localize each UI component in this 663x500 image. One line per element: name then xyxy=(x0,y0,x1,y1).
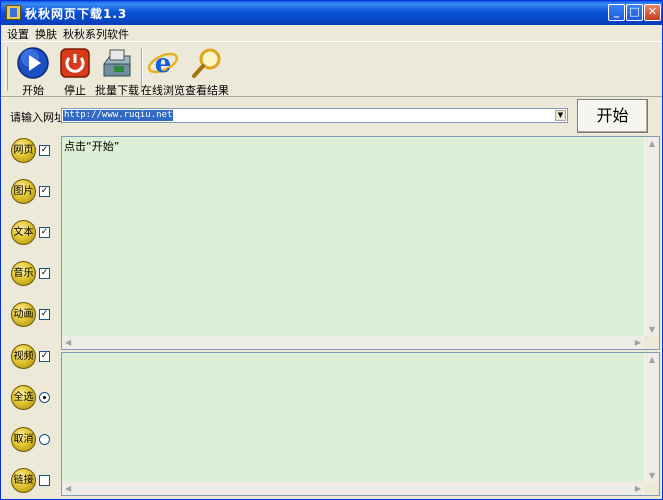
window-title: 秋秋网页下载1.3 xyxy=(25,7,128,21)
scroll-up-icon[interactable]: ▲ xyxy=(649,139,655,148)
menu-skin[interactable]: 换肤 xyxy=(35,26,57,42)
option-select-all-button[interactable]: 全选 xyxy=(11,385,36,410)
option-image: 图片 ✓ xyxy=(9,179,53,205)
toolbar-view-results-button[interactable]: 查看结果 xyxy=(185,46,229,97)
option-music-checkbox[interactable]: ✓ xyxy=(39,268,50,279)
toolbar-grip[interactable] xyxy=(5,47,8,91)
option-select-all-radio[interactable] xyxy=(39,392,50,403)
menu-series-software[interactable]: 秋秋系列软件 xyxy=(63,26,129,42)
option-image-button[interactable]: 图片 xyxy=(11,179,36,204)
url-input[interactable]: http://www.ruqiu.net xyxy=(63,110,174,121)
option-webpage-checkbox[interactable]: ✓ xyxy=(39,145,50,156)
ie-browser-icon: e xyxy=(147,49,179,79)
app-window: 秋秋网页下载1.3 _ □ ✕ 设置 换肤 秋秋系列软件 开始 停止 批量下载 … xyxy=(0,0,663,500)
log-text: 点击“开始” xyxy=(64,140,120,153)
stop-icon xyxy=(60,48,90,78)
scroll-down-icon[interactable]: ▼ xyxy=(649,471,655,480)
maximize-button[interactable]: □ xyxy=(626,4,643,21)
option-video-button[interactable]: 视频 xyxy=(11,344,36,369)
url-label: 请输入网址 xyxy=(10,111,65,124)
batch-download-icon xyxy=(103,49,131,77)
toolbar: 开始 停止 批量下载 e 在线浏览 查看结果 xyxy=(1,41,662,97)
svg-text:e: e xyxy=(155,49,172,79)
log-vertical-scrollbar[interactable]: ▲ ▼ xyxy=(644,137,659,336)
option-cancel-radio[interactable] xyxy=(39,434,50,445)
chevron-down-icon: ▼ xyxy=(557,111,564,119)
option-link: 链接 xyxy=(9,468,53,494)
option-music: 音乐 ✓ xyxy=(9,261,53,287)
scroll-corner xyxy=(644,482,659,495)
toolbar-start-label: 开始 xyxy=(22,84,44,97)
option-animation-checkbox[interactable]: ✓ xyxy=(39,309,50,320)
option-text: 文本 ✓ xyxy=(9,220,53,246)
minimize-button[interactable]: _ xyxy=(608,4,625,21)
app-icon xyxy=(6,5,21,20)
toolbar-batch-download-button[interactable]: 批量下载 xyxy=(95,46,139,97)
option-music-button[interactable]: 音乐 xyxy=(11,261,36,286)
scroll-left-icon[interactable]: ◀ xyxy=(65,484,71,493)
close-button[interactable]: ✕ xyxy=(644,4,661,21)
option-cancel-button[interactable]: 取消 xyxy=(11,427,36,452)
menu-settings[interactable]: 设置 xyxy=(7,26,29,42)
option-cancel: 取消 xyxy=(9,427,53,453)
toolbar-browse-online-button[interactable]: e 在线浏览 xyxy=(141,46,185,97)
option-animation-button[interactable]: 动画 xyxy=(11,302,36,327)
magnifier-icon xyxy=(192,48,221,78)
option-video-checkbox[interactable]: ✓ xyxy=(39,351,50,362)
option-webpage: 网页 ✓ xyxy=(9,138,53,164)
toolbar-batch-download-label: 批量下载 xyxy=(95,84,139,97)
option-webpage-button[interactable]: 网页 xyxy=(11,138,36,163)
option-link-checkbox[interactable] xyxy=(39,475,50,486)
option-text-checkbox[interactable]: ✓ xyxy=(39,227,50,238)
log-horizontal-scrollbar[interactable]: ◀ ▶ xyxy=(62,336,644,349)
log-pane[interactable]: 点击“开始” ▲ ▼ ◀ ▶ xyxy=(61,136,660,350)
toolbar-view-results-label: 查看结果 xyxy=(185,84,229,97)
url-dropdown-button[interactable]: ▼ xyxy=(555,110,566,121)
option-link-button[interactable]: 链接 xyxy=(11,468,36,493)
menu-bar: 设置 换肤 秋秋系列软件 xyxy=(1,25,662,41)
scroll-down-icon[interactable]: ▼ xyxy=(649,325,655,334)
result-horizontal-scrollbar[interactable]: ◀ ▶ xyxy=(62,482,644,495)
scroll-left-icon[interactable]: ◀ xyxy=(65,338,71,347)
toolbar-start-button[interactable]: 开始 xyxy=(11,46,55,97)
url-combobox[interactable]: http://www.ruqiu.net ▼ xyxy=(61,108,568,123)
scroll-right-icon[interactable]: ▶ xyxy=(635,484,641,493)
option-video: 视频 ✓ xyxy=(9,344,53,370)
scroll-up-icon[interactable]: ▲ xyxy=(649,355,655,364)
start-button[interactable]: 开始 xyxy=(577,99,648,133)
option-image-checkbox[interactable]: ✓ xyxy=(39,186,50,197)
toolbar-stop-label: 停止 xyxy=(64,84,86,97)
scroll-right-icon[interactable]: ▶ xyxy=(635,338,641,347)
option-animation: 动画 ✓ xyxy=(9,302,53,328)
scroll-corner xyxy=(644,336,659,349)
result-pane[interactable]: ▲ ▼ ◀ ▶ xyxy=(61,352,660,496)
toolbar-stop-button[interactable]: 停止 xyxy=(53,46,97,97)
option-text-button[interactable]: 文本 xyxy=(11,220,36,245)
option-select-all: 全选 xyxy=(9,385,53,411)
toolbar-browse-online-label: 在线浏览 xyxy=(141,84,185,97)
title-bar[interactable]: 秋秋网页下载1.3 _ □ ✕ xyxy=(1,1,662,25)
play-icon xyxy=(17,47,49,79)
result-vertical-scrollbar[interactable]: ▲ ▼ xyxy=(644,353,659,482)
